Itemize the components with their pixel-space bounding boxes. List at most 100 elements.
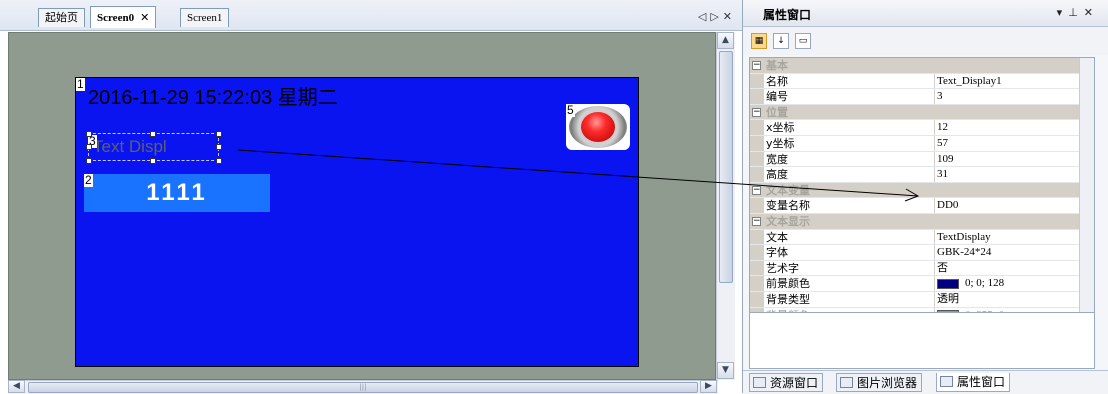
resize-handle[interactable] <box>86 131 92 137</box>
property-name: 名称 <box>766 73 935 89</box>
property-grid[interactable]: − 基本 名称 Text_Display1 编号 3− 位置 x坐标 12 y坐标 57 宽度 109 高… <box>749 57 1095 313</box>
property-value[interactable]: TextDisplay <box>937 230 991 245</box>
property-value[interactable]: 12 <box>937 120 948 135</box>
resize-handle[interactable] <box>216 131 222 137</box>
resize-handle[interactable] <box>216 158 222 164</box>
tab-property-window[interactable]: 属性窗口 <box>936 373 1011 392</box>
row-gutter <box>750 89 764 104</box>
property-row[interactable]: 背景类型 透明 <box>750 291 1094 308</box>
scroll-left-icon[interactable]: ◁ <box>698 10 710 23</box>
property-value[interactable]: DD0 <box>937 198 958 213</box>
property-value-text: 0; 0; 128 <box>965 277 1005 290</box>
property-category-label: 位置 <box>766 105 788 119</box>
property-name: 背景类型 <box>766 291 935 307</box>
property-pages-icon[interactable]: ▭ <box>795 33 811 49</box>
property-row[interactable]: 变量名称 DD0 <box>750 198 1094 214</box>
row-gutter <box>750 73 764 89</box>
property-row[interactable]: 文本 TextDisplay <box>750 229 1094 246</box>
property-value-text: 31 <box>937 168 948 181</box>
scroll-thumb[interactable]: ||| <box>28 382 698 393</box>
property-category[interactable]: − 位置 <box>750 104 1094 121</box>
pin-icon[interactable]: ⊥ <box>1068 6 1084 19</box>
horizontal-scrollbar[interactable]: ◀ ||| ▶ <box>8 380 718 394</box>
tab-screen1[interactable]: Screen1 <box>180 8 230 27</box>
indicator-lamp-widget[interactable] <box>566 104 630 150</box>
property-category[interactable]: − 基本 <box>750 58 1094 74</box>
property-row[interactable]: 高度 31 <box>750 167 1094 183</box>
collapse-icon[interactable]: − <box>752 61 761 70</box>
property-value[interactable]: 3 <box>937 89 943 104</box>
property-row[interactable]: 字体 GBK-24*24 <box>750 245 1094 261</box>
property-value-text: GBK-24*24 <box>937 246 992 259</box>
design-canvas[interactable]: 1 2016-11-29 15:22:03 星期二 Text Displ 3 1… <box>8 32 716 380</box>
collapse-icon[interactable]: − <box>752 107 761 117</box>
number-display-widget[interactable]: 1111 <box>84 174 270 212</box>
property-row[interactable]: 编号 3 <box>750 89 1094 105</box>
row-gutter <box>750 120 764 135</box>
row-gutter <box>750 245 764 260</box>
resize-handle[interactable] <box>216 144 222 150</box>
tab-navigation: ◁▷✕ <box>698 10 736 23</box>
chevron-up-icon[interactable]: ▲ <box>717 32 734 49</box>
lamp-bulb-icon <box>581 112 615 142</box>
collapse-icon[interactable]: − <box>752 216 761 226</box>
widget-index-label: 2 <box>84 173 93 187</box>
row-gutter <box>750 198 764 213</box>
property-value[interactable]: 0; 0; 128 <box>937 276 1004 291</box>
property-row[interactable]: 前景颜色 0; 0; 128 <box>750 276 1094 292</box>
chevron-down-icon[interactable]: ▼ <box>717 362 734 379</box>
property-name: 字体 <box>766 245 935 260</box>
scroll-thumb[interactable] <box>719 51 733 283</box>
property-grid-scrollbar[interactable] <box>1079 58 1094 312</box>
text-display-widget[interactable]: Text Displ <box>88 133 219 161</box>
datetime-widget[interactable]: 2016-11-29 15:22:03 星期二 <box>88 81 338 110</box>
property-value-text: TextDisplay <box>937 230 991 243</box>
property-value[interactable]: 透明 <box>937 292 959 307</box>
close-icon[interactable]: ✕ <box>1084 6 1099 19</box>
tab-start-page[interactable]: 起始页 <box>38 8 85 27</box>
property-row[interactable]: 名称 Text_Display1 <box>750 73 1094 90</box>
property-category[interactable]: − 文本显示 <box>750 213 1094 230</box>
property-category[interactable]: − 文本变量 <box>750 182 1094 199</box>
property-row[interactable]: 艺术字否 <box>750 260 1094 277</box>
property-value-text: 57 <box>937 136 948 149</box>
tab-screen0[interactable]: Screen0 ✕ <box>90 6 157 28</box>
property-row[interactable]: y坐标 57 <box>750 135 1094 152</box>
property-name: 前景颜色 <box>766 276 935 291</box>
row-gutter <box>750 151 764 167</box>
dropdown-icon[interactable]: ▾ <box>1057 6 1069 19</box>
property-value[interactable]: 109 <box>937 152 954 167</box>
image-browser-icon <box>840 377 853 388</box>
resize-handle[interactable] <box>86 144 92 150</box>
resize-handle[interactable] <box>150 131 156 137</box>
property-row[interactable]: 宽度 109 <box>750 151 1094 168</box>
resize-handle[interactable] <box>86 158 92 164</box>
chevron-left-icon[interactable]: ◀ <box>8 380 25 393</box>
row-gutter <box>750 167 764 182</box>
chevron-right-icon[interactable]: ▶ <box>700 380 717 393</box>
property-value[interactable]: Text_Display1 <box>937 74 1002 89</box>
close-icon[interactable]: ✕ <box>140 11 149 24</box>
document-tab-bar: 起始页 Screen0 ✕ Screen1 ◁▷✕ <box>0 0 742 31</box>
close-document-icon[interactable]: ✕ <box>723 10 736 23</box>
property-value[interactable]: 31 <box>937 167 948 182</box>
resize-handle[interactable] <box>150 158 156 164</box>
collapse-icon[interactable]: − <box>752 185 761 195</box>
categorized-icon[interactable]: ▦ <box>751 33 767 49</box>
tab-image-browser[interactable]: 图片浏览器 <box>836 373 923 392</box>
property-window: 属性窗口 ▾⊥✕ ▦ ↓ ▭ − 基本 名称 Text_Display1 编号 3− 位置 x… <box>742 0 1108 394</box>
vertical-scrollbar[interactable]: ▲ ▼ <box>716 32 735 380</box>
scroll-right-icon[interactable]: ▷ <box>710 10 722 23</box>
property-description-area <box>749 313 1095 369</box>
alphabetical-icon[interactable]: ↓ <box>773 33 789 49</box>
tab-resource-window[interactable]: 资源窗口 <box>749 373 824 392</box>
property-category-label: 文本显示 <box>766 214 810 228</box>
row-gutter <box>750 229 764 245</box>
property-value[interactable]: 否 <box>937 261 948 276</box>
property-row[interactable]: x坐标 12 <box>750 120 1094 136</box>
hmi-screen[interactable]: 1 2016-11-29 15:22:03 星期二 Text Displ 3 1… <box>75 77 639 367</box>
property-value[interactable]: 57 <box>937 136 948 151</box>
property-value[interactable]: GBK-24*24 <box>937 245 991 260</box>
resource-window-icon <box>753 377 766 388</box>
row-gutter <box>750 291 764 307</box>
